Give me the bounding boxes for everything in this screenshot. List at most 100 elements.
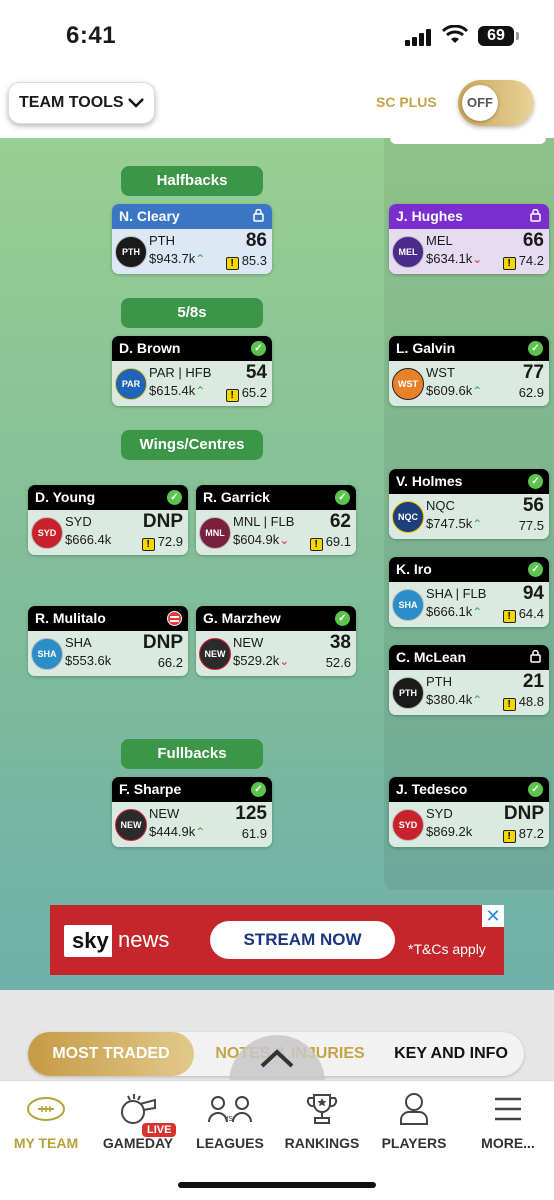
- stream-now-button[interactable]: STREAM NOW: [210, 921, 395, 959]
- player-team: MNL | FLB: [233, 514, 295, 529]
- nav-players[interactable]: PLAYERS: [364, 1091, 464, 1151]
- player-name: F. Sharpe: [119, 781, 182, 797]
- warning-icon: !: [502, 830, 516, 843]
- check-icon: ✓: [251, 782, 266, 797]
- player-card-garrick[interactable]: R. Garrick ✓ MNL MNL | FLB $604.9k⌄ 62 ! 6…: [196, 485, 356, 555]
- player-price: $604.9k: [233, 532, 280, 547]
- live-badge: LIVE: [142, 1123, 177, 1137]
- player-card-holmes[interactable]: V. Holmes ✓ NQC NQC $747.5k⌃ 56 77.5: [389, 469, 549, 539]
- player-name: R. Mulitalo: [35, 610, 106, 626]
- player-avg: 48.8: [518, 694, 544, 709]
- player-icon: [364, 1091, 464, 1127]
- check-icon: ✓: [528, 562, 543, 577]
- tab-key-info[interactable]: KEY AND INFO: [378, 1032, 524, 1076]
- price-up-icon: ⌃: [195, 825, 206, 839]
- nav-label: RANKINGS: [284, 1135, 360, 1151]
- nav-leagues[interactable]: vs LEAGUES: [180, 1091, 280, 1151]
- player-card-mulitalo[interactable]: R. Mulitalo SHA SHA $553.6k DNP 66.2: [28, 606, 188, 676]
- nav-label: LEAGUES: [196, 1135, 264, 1151]
- player-team: PAR | HFB: [149, 365, 212, 380]
- top-header: TEAM TOOLS SC PLUS OFF: [0, 74, 554, 138]
- player-card-iro[interactable]: K. Iro ✓ SHA SHA | FLB $666.1k⌃ 94 ! 64.4: [389, 557, 549, 627]
- warning-icon: !: [502, 610, 516, 623]
- player-price: $666.1k: [426, 604, 473, 619]
- player-team: PTH: [426, 674, 452, 689]
- sc-plus-toggle[interactable]: OFF: [458, 80, 534, 126]
- nav-more[interactable]: MORE...: [458, 1091, 554, 1151]
- player-avg: 85.3: [241, 253, 267, 268]
- status-time: 6:41: [66, 22, 117, 49]
- check-icon: ✓: [528, 341, 543, 356]
- player-avg: 52.6: [325, 655, 351, 670]
- nav-label: GAMEDAY: [102, 1135, 174, 1151]
- team-tools-button[interactable]: TEAM TOOLS: [8, 82, 155, 124]
- ad-banner[interactable]: sky news STREAM NOW *T&Cs apply ✕: [50, 905, 504, 975]
- player-price: $747.5k: [426, 516, 473, 531]
- player-score: DNP: [142, 511, 183, 532]
- wifi-icon: [442, 25, 468, 43]
- nav-my-team[interactable]: MY TEAM: [0, 1091, 96, 1151]
- knights-logo-icon: NEW: [115, 809, 147, 841]
- player-price: $615.4k: [149, 383, 196, 398]
- check-icon: ✓: [251, 341, 266, 356]
- player-avg: 74.2: [518, 253, 544, 268]
- player-price: $553.6k: [65, 653, 112, 668]
- player-score: 86: [245, 230, 267, 251]
- player-avg: 65.2: [241, 385, 267, 400]
- position-fullbacks: Fullbacks: [121, 739, 263, 769]
- player-team: NQC: [426, 498, 455, 513]
- tab-most-traded[interactable]: MOST TRADED: [28, 1032, 194, 1076]
- player-price: $609.6k: [426, 383, 473, 398]
- player-avg: 64.4: [518, 606, 544, 621]
- player-name: D. Young: [35, 489, 96, 505]
- position-five-eighths: 5/8s: [121, 298, 263, 328]
- player-price: $529.2k: [233, 653, 280, 668]
- player-name: R. Garrick: [203, 489, 270, 505]
- nav-label: MORE...: [481, 1135, 535, 1151]
- player-card-cleary[interactable]: N. Cleary PTH PTH $943.7k⌃ 86 ! 85.3: [112, 204, 272, 274]
- warning-icon: !: [502, 698, 516, 711]
- player-score: DNP: [142, 632, 183, 653]
- player-score: 56: [522, 495, 544, 516]
- player-name: C. McLean: [396, 649, 467, 665]
- whistle-icon: [88, 1091, 188, 1127]
- player-name: N. Cleary: [119, 208, 180, 224]
- player-price: $869.2k: [426, 824, 473, 839]
- player-team: SYD: [426, 806, 453, 821]
- close-icon[interactable]: ✕: [482, 905, 504, 927]
- price-up-icon: ⌃: [195, 384, 206, 398]
- player-card-hughes[interactable]: J. Hughes MEL MEL $634.1k⌄ 66 ! 74.2: [389, 204, 549, 274]
- player-card-young[interactable]: D. Young ✓ SYD SYD $666.4k DNP ! 72.9: [28, 485, 188, 555]
- check-icon: ✓: [335, 611, 350, 626]
- football-icon: [0, 1091, 96, 1127]
- nav-rankings[interactable]: RANKINGS: [272, 1091, 372, 1151]
- status-bar: 6:41 69: [0, 0, 554, 74]
- tigers-logo-icon: WST: [392, 368, 424, 400]
- nav-gameday[interactable]: LIVE GAMEDAY: [88, 1091, 188, 1151]
- player-avg: 72.9: [157, 534, 183, 549]
- player-name: G. Marzhew: [203, 610, 281, 626]
- price-up-icon: ⌃: [472, 605, 483, 619]
- bench-card-stub: [390, 138, 546, 144]
- player-card-marzhew[interactable]: G. Marzhew ✓ NEW NEW $529.2k⌄ 38 52.6: [196, 606, 356, 676]
- player-score: 21: [522, 671, 544, 692]
- player-card-mclean[interactable]: C. McLean PTH PTH $380.4k⌃ 21 ! 48.8: [389, 645, 549, 715]
- player-card-brown[interactable]: D. Brown ✓ PAR PAR | HFB $615.4k⌃ 54 ! 65.…: [112, 336, 272, 406]
- player-price: $634.1k: [426, 251, 473, 266]
- player-score: 54: [245, 362, 267, 383]
- price-up-icon: ⌃: [195, 252, 206, 266]
- player-card-tedesco[interactable]: J. Tedesco ✓ SYD SYD $869.2k DNP ! 87.2: [389, 777, 549, 847]
- player-card-galvin[interactable]: L. Galvin ✓ WST WST $609.6k⌃ 77 62.9: [389, 336, 549, 406]
- player-team: WST: [426, 365, 455, 380]
- price-down-icon: ⌄: [279, 533, 290, 547]
- player-card-sharpe[interactable]: F. Sharpe ✓ NEW NEW $444.9k⌃ 125 61.9: [112, 777, 272, 847]
- price-down-icon: ⌄: [279, 654, 290, 668]
- check-icon: ✓: [167, 490, 182, 505]
- player-team: PTH: [149, 233, 175, 248]
- sc-plus-label: SC PLUS: [376, 94, 437, 110]
- player-score: 125: [235, 803, 267, 824]
- player-team: MEL: [426, 233, 453, 248]
- player-team: NEW: [233, 635, 264, 650]
- roosters-logo-icon: SYD: [31, 517, 63, 549]
- check-icon: ✓: [335, 490, 350, 505]
